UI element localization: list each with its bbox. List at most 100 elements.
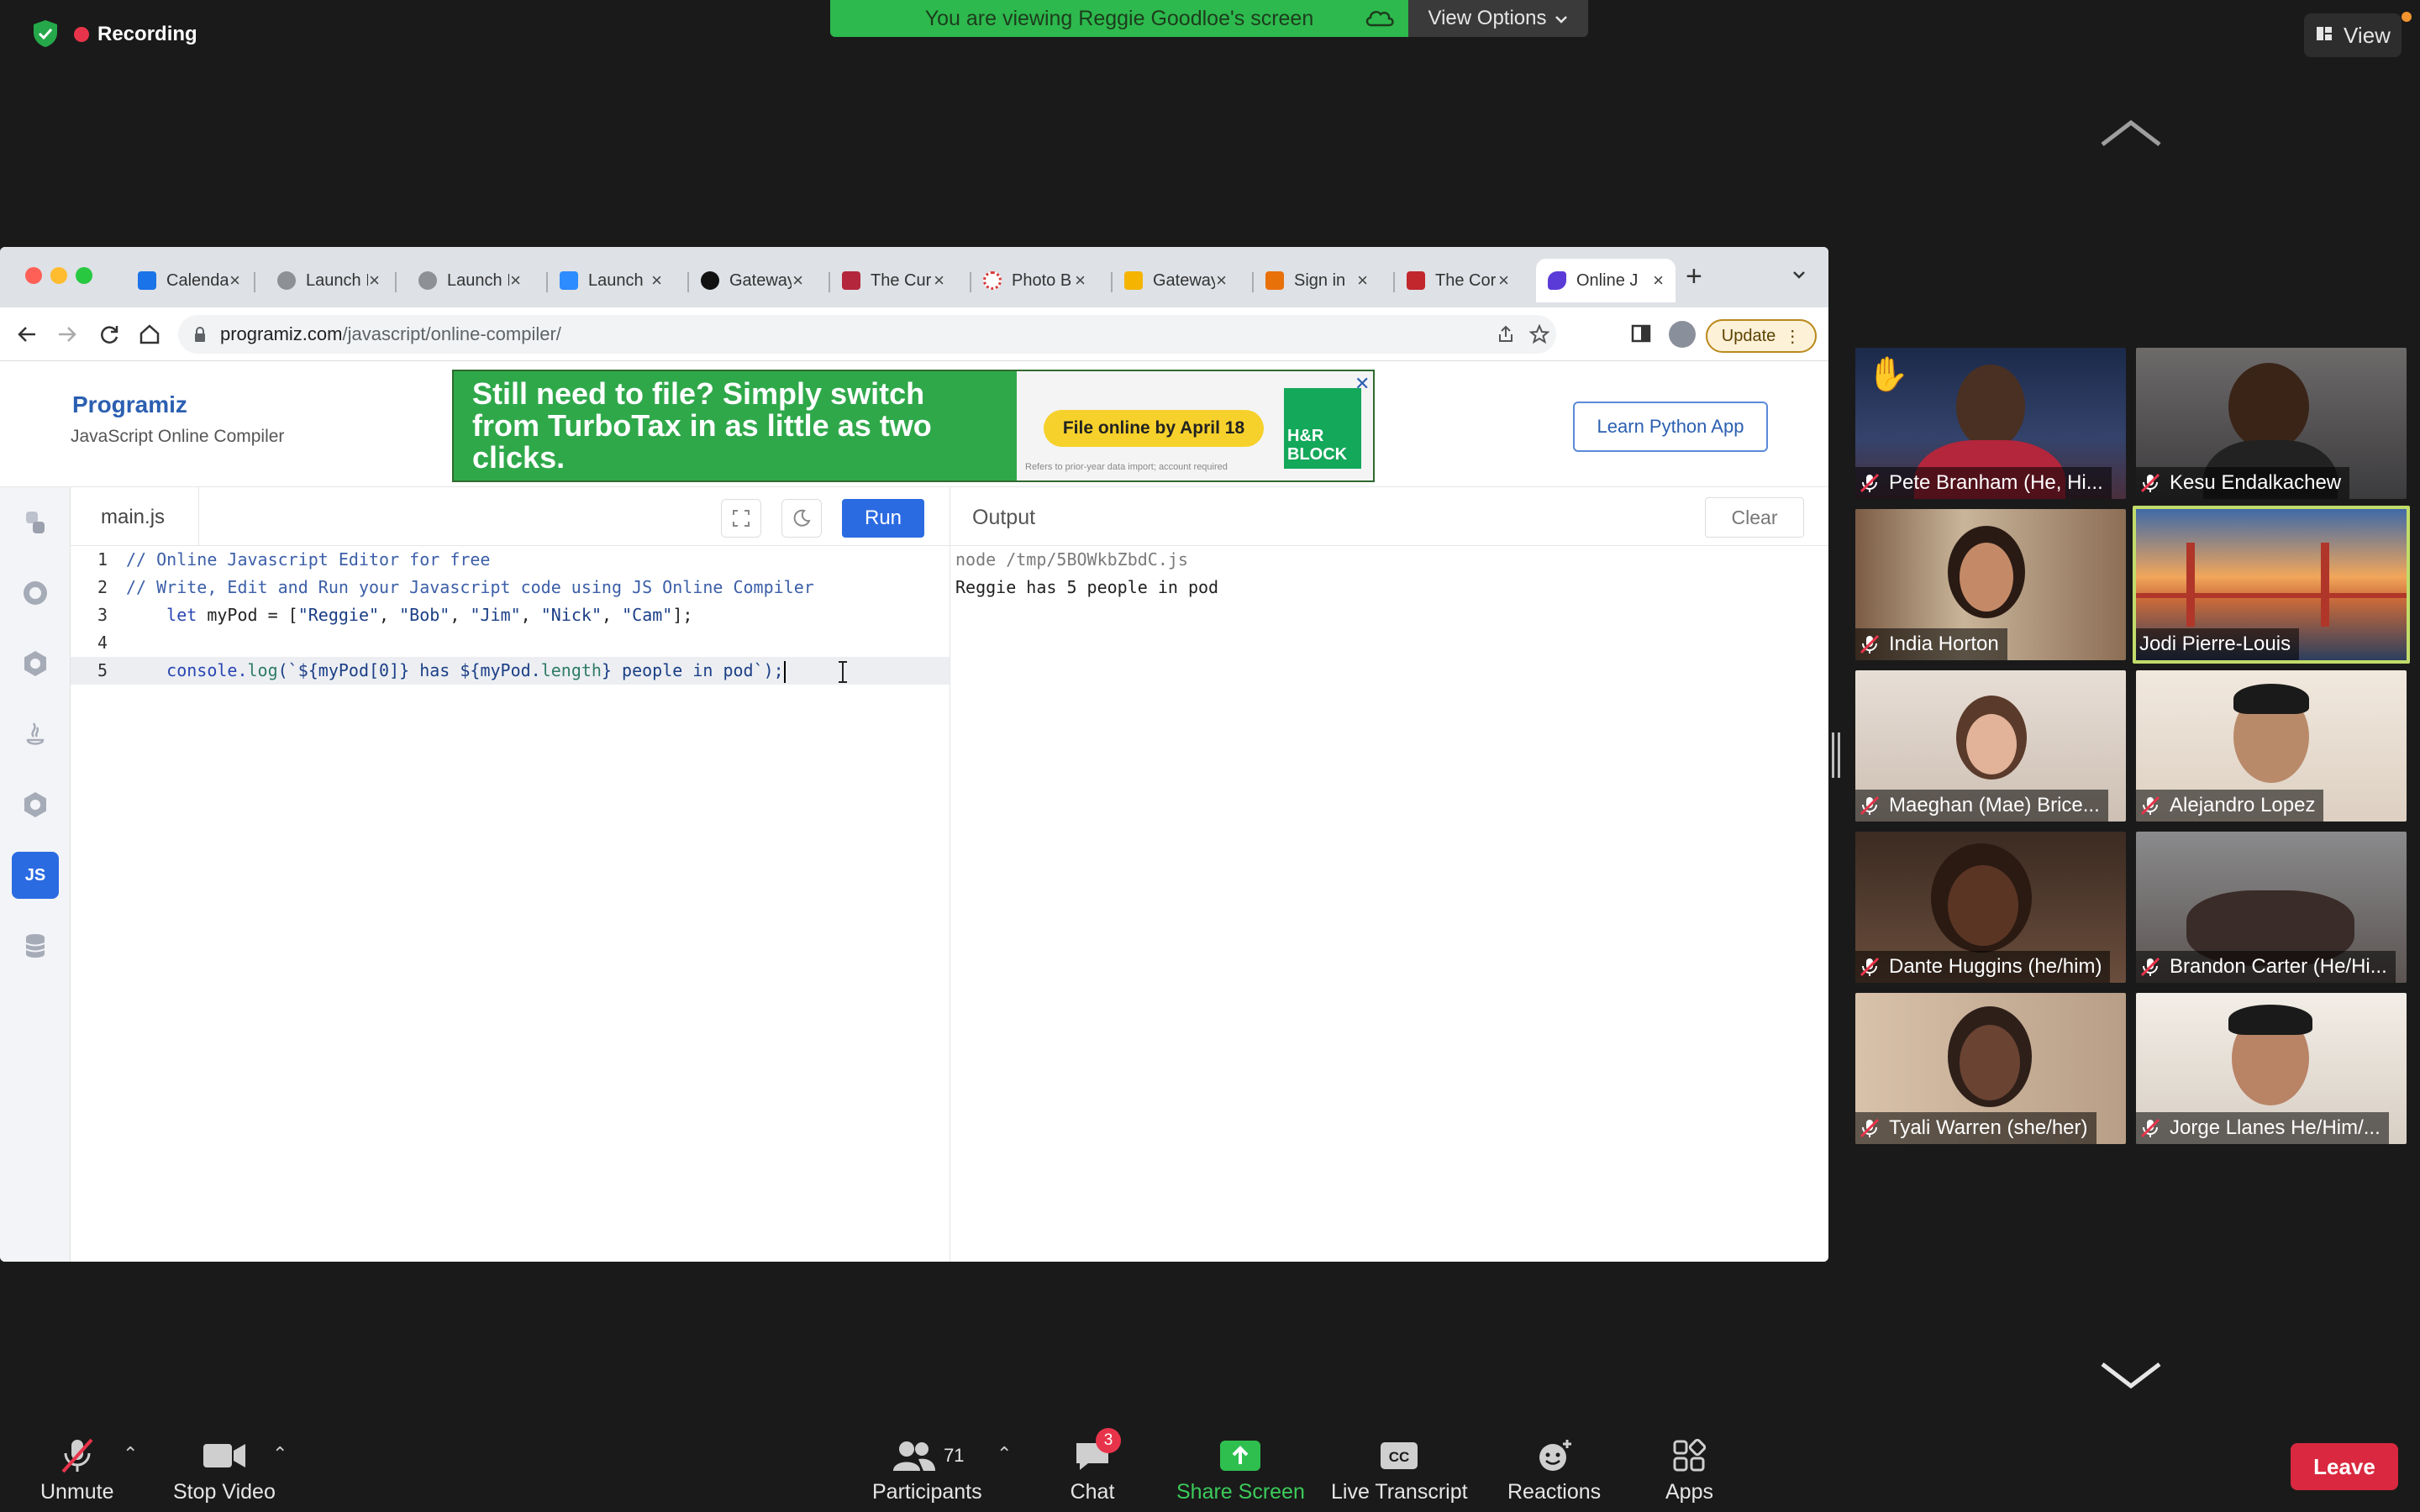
participant-tile[interactable]: Jorge Llanes He/Him/... [2136,993,2407,1144]
browser-update-button[interactable]: Update ⋮ [1706,319,1817,353]
code-line: 2 // Write, Edit and Run your Javascript … [71,574,950,601]
close-tab-icon[interactable]: × [1653,270,1664,291]
audio-options-caret-icon[interactable]: ⌃ [123,1443,138,1465]
address-bar[interactable]: programiz.com/javascript/online-compiler… [178,315,1556,354]
share-screen-button[interactable]: Share Screen [1176,1435,1305,1504]
dark-mode-moon-icon[interactable] [781,499,822,538]
participant-tile[interactable]: Brandon Carter (He/Hi... [2136,832,2407,983]
browser-tab[interactable]: Gateway × [689,259,815,302]
view-options-menu[interactable]: View Options [1408,0,1588,37]
participant-tile[interactable]: Alejandro Lopez [2136,670,2407,822]
browser-tab[interactable]: Launch × [548,259,674,302]
participant-tile[interactable]: Maeghan (Mae) Brice... [1855,670,2126,822]
reactions-label: Reactions [1507,1480,1602,1504]
leave-meeting-button[interactable]: Leave [2291,1443,2398,1490]
sql-database-icon[interactable] [12,922,59,969]
close-tab-icon[interactable]: × [369,270,380,291]
reload-icon[interactable] [96,321,123,348]
ad-close-icon[interactable]: ✕ [1355,373,1370,395]
tab-search-icon[interactable] [1790,265,1808,284]
scroll-gallery-up-icon[interactable] [2099,118,2163,148]
participant-video [1956,365,2025,449]
browser-tab-active[interactable]: Online J × [1536,259,1676,302]
back-arrow-icon[interactable] [13,321,40,348]
browser-tab[interactable]: Gateway × [1113,259,1239,302]
file-tab-main-js[interactable]: main.js [101,506,165,529]
tab-label: Photo B [1012,270,1072,290]
browser-tab[interactable]: Calenda × [126,259,252,302]
bookmark-star-icon[interactable] [1528,323,1550,349]
browser-tab[interactable]: The Cur × [830,259,956,302]
scroll-gallery-down-icon[interactable] [2099,1361,2163,1391]
javascript-language-icon[interactable]: JS [12,852,59,899]
maximize-window-icon[interactable] [76,267,92,284]
close-tab-icon[interactable]: × [934,270,944,291]
participant-name: Brandon Carter (He/Hi... [2170,955,2387,978]
ad-cta-button[interactable]: File online by April 18 [1044,410,1264,447]
more-vertical-icon: ⋮ [1784,327,1802,346]
tab-label: The Cur [871,270,932,290]
r-language-icon[interactable] [12,570,59,617]
participant-tile[interactable]: ✋ Pete Branham (He, Hi... [1855,348,2126,499]
close-tab-icon[interactable]: × [792,270,803,291]
unmute-button[interactable]: Unmute [40,1435,114,1504]
browser-tab[interactable]: Launch I × [407,259,533,302]
c-language-icon[interactable] [12,640,59,687]
code-comment: // Online Javascript Editor for free [126,549,491,570]
learn-python-app-button[interactable]: Learn Python App [1573,402,1768,452]
participants-button[interactable]: 71 Participants [872,1435,982,1504]
cpp-language-icon[interactable] [12,781,59,828]
code-editor[interactable]: 1 // Online Javascript Editor for free 2 /… [71,546,950,1262]
run-button[interactable]: Run [842,499,924,538]
forward-arrow-icon[interactable] [54,321,81,348]
participant-tile-active-speaker[interactable]: Jodi Pierre-Louis [2133,506,2410,664]
stop-video-button[interactable]: Stop Video [173,1435,276,1504]
python-language-icon[interactable] [12,499,59,546]
clear-button[interactable]: Clear [1705,497,1804,538]
participant-tile[interactable]: Dante Huggins (he/him) [1855,832,2126,983]
recording-indicator[interactable]: Recording [74,17,197,52]
home-icon[interactable] [136,321,163,348]
security-shield-icon[interactable] [30,18,60,49]
reactions-button[interactable]: Reactions [1507,1435,1601,1504]
close-tab-icon[interactable]: × [1357,270,1368,291]
live-transcript-button[interactable]: CC Live Transcript [1331,1435,1468,1504]
advertisement-banner[interactable]: Still need to file? Simply switch from T… [452,370,1375,482]
participants-options-caret-icon[interactable]: ⌃ [997,1443,1012,1465]
close-tab-icon[interactable]: × [510,270,521,291]
close-tab-icon[interactable]: × [229,270,240,291]
participant-tile[interactable]: Tyali Warren (she/her) [1855,993,2126,1144]
gallery-resize-handle[interactable] [1832,732,1840,778]
browser-tab[interactable]: Sign in × [1254,259,1380,302]
view-options-label: View Options [1428,7,1547,29]
chat-button[interactable]: 3 Chat [1069,1428,1121,1504]
ad-right-panel: File online by April 18 Refers to prior-… [1017,371,1373,480]
participant-tile[interactable]: India Horton [1855,509,2126,660]
browser-tab[interactable]: Photo B × [971,259,1097,302]
output-result: Reggie has 5 people in pod [955,577,1219,597]
close-tab-icon[interactable]: × [651,270,662,291]
browser-tab[interactable]: Launch I × [266,259,392,302]
code-text: ]; [672,605,693,625]
new-tab-icon[interactable]: + [1686,260,1702,293]
close-tab-icon[interactable]: × [1075,270,1086,291]
close-window-icon[interactable] [25,267,42,284]
minimize-window-icon[interactable] [50,267,67,284]
profile-avatar-icon[interactable] [1669,321,1696,348]
participant-video [2186,543,2195,627]
close-tab-icon[interactable]: × [1498,270,1509,291]
close-tab-icon[interactable]: × [1216,270,1227,291]
java-language-icon[interactable] [12,711,59,758]
apps-grid-icon [1665,1435,1712,1477]
participant-video [1960,543,2013,612]
programiz-logo[interactable]: Programiz [72,391,187,418]
view-layout-button[interactable]: View [2304,13,2402,57]
code-string: "Cam" [622,605,673,625]
apps-button[interactable]: Apps [1665,1435,1713,1504]
share-icon[interactable] [1496,324,1516,349]
video-options-caret-icon[interactable]: ⌃ [272,1443,287,1465]
browser-tab[interactable]: The Cor × [1395,259,1521,302]
participant-tile[interactable]: Kesu Endalkachew [2136,348,2407,499]
sidebar-icon[interactable] [1630,323,1657,349]
fullscreen-icon[interactable] [721,499,761,538]
